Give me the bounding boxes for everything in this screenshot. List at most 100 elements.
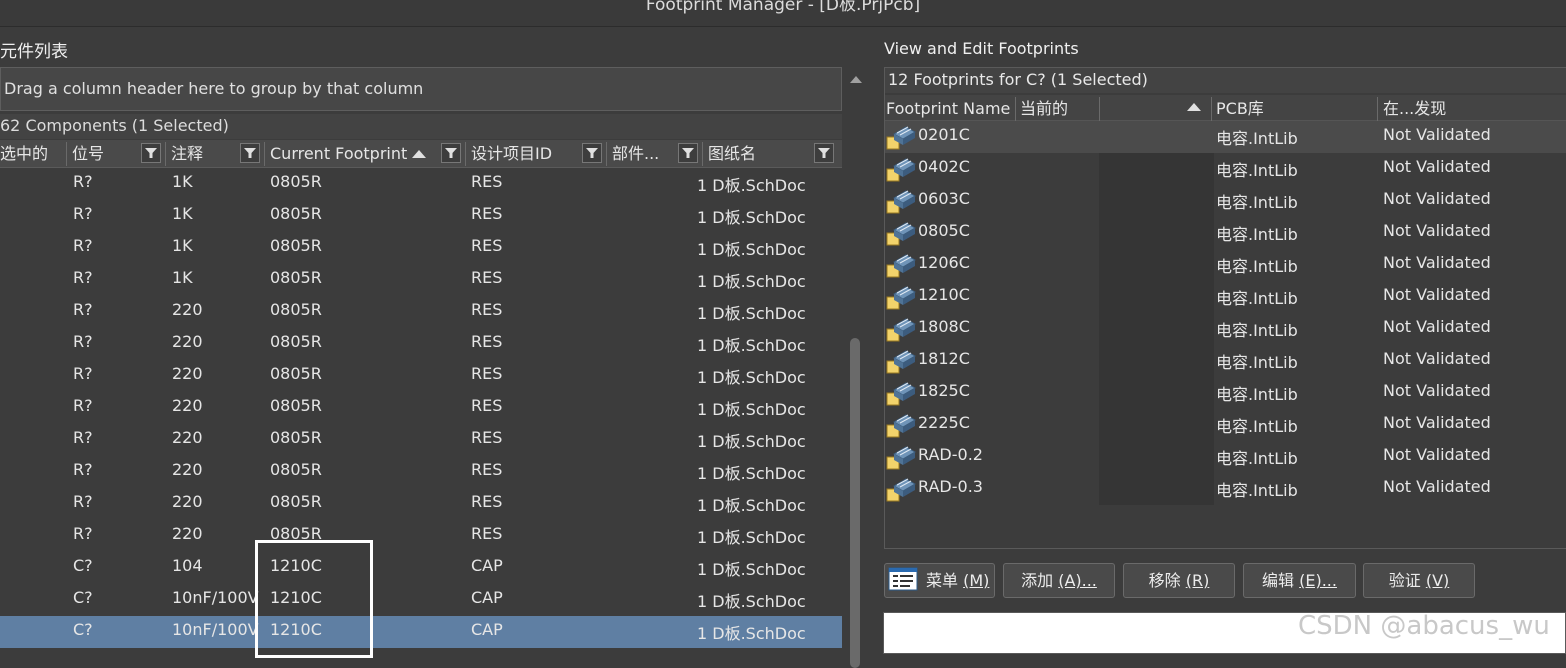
footprint-chip-icon <box>886 316 917 343</box>
cell-pcb-library: 电容.IntLib <box>1216 289 1298 308</box>
scroll-up-arrow-icon[interactable] <box>850 76 862 83</box>
cell-pcb-library: 电容.IntLib <box>1216 449 1298 468</box>
component-row[interactable]: C? 10nF/100V 1210C CAP 1 D板.SchDoc <box>0 616 842 648</box>
footprint-row[interactable]: 0402C 电容.IntLib Not Validated <box>885 153 1566 185</box>
cell-pcb-library: 电容.IntLib <box>1216 417 1298 436</box>
edit-button-hotkey: (E)... <box>1299 571 1337 590</box>
component-row[interactable]: R? 220 0805R RES 1 D板.SchDoc <box>0 392 842 424</box>
header-design-item-id[interactable]: 设计项目ID <box>471 140 552 167</box>
cell-footprint-name: 0402C <box>918 157 970 176</box>
cell-footprint-name: 1812C <box>918 349 970 368</box>
component-row[interactable]: R? 1K 0805R RES 1 D板.SchDoc <box>0 168 842 200</box>
components-count: 62 Components (1 Selected) <box>0 116 229 135</box>
component-row[interactable]: R? 220 0805R RES 1 D板.SchDoc <box>0 456 842 488</box>
header-designator[interactable]: 位号 <box>72 140 104 167</box>
components-column-header: 选中的 位号 注释 Current Footprint 设计项目ID 部件...… <box>0 140 842 168</box>
cell-current-footprint: 0805R <box>270 300 322 319</box>
add-button[interactable]: 添加 (A)... <box>1003 563 1115 598</box>
cell-found-in: Not Validated <box>1383 317 1491 336</box>
header-current[interactable]: 当前的 <box>1020 95 1068 122</box>
cell-designator: R? <box>73 364 93 383</box>
filter-icon[interactable] <box>678 143 698 163</box>
cell-found-in: Not Validated <box>1383 413 1491 432</box>
footprint-row[interactable]: 2225C 电容.IntLib Not Validated <box>885 409 1566 441</box>
cell-sheet-name: 1 D板.SchDoc <box>697 528 806 547</box>
cell-designator: R? <box>73 172 93 191</box>
filter-icon[interactable] <box>240 143 260 163</box>
header-part[interactable]: 部件... <box>612 140 659 167</box>
filter-icon[interactable] <box>141 143 161 163</box>
filter-icon[interactable] <box>441 143 461 163</box>
remove-button-hotkey: (R) <box>1185 571 1210 590</box>
header-sheet-name[interactable]: 图纸名 <box>708 140 756 167</box>
footprint-row[interactable]: 1210C 电容.IntLib Not Validated <box>885 281 1566 313</box>
footprint-row[interactable]: 1825C 电容.IntLib Not Validated <box>885 377 1566 409</box>
header-found-in[interactable]: 在...发现 <box>1383 95 1446 122</box>
component-row[interactable]: R? 1K 0805R RES 1 D板.SchDoc <box>0 232 842 264</box>
filter-icon[interactable] <box>814 143 834 163</box>
cell-sheet-name: 1 D板.SchDoc <box>697 400 806 419</box>
footprint-row[interactable]: 0603C 电容.IntLib Not Validated <box>885 185 1566 217</box>
footprint-row[interactable]: 0805C 电容.IntLib Not Validated <box>885 217 1566 249</box>
component-row[interactable]: R? 220 0805R RES 1 D板.SchDoc <box>0 520 842 552</box>
components-vertical-scrollbar[interactable] <box>845 67 867 668</box>
component-row[interactable]: R? 1K 0805R RES 1 D板.SchDoc <box>0 200 842 232</box>
component-row[interactable]: C? 104 1210C CAP 1 D板.SchDoc <box>0 552 842 584</box>
cell-designator: C? <box>73 556 93 575</box>
components-panel-title: 元件列表 <box>0 42 68 62</box>
group-by-hint: Drag a column header here to group by th… <box>4 79 424 98</box>
component-row[interactable]: R? 220 0805R RES 1 D板.SchDoc <box>0 488 842 520</box>
header-comment[interactable]: 注释 <box>171 140 203 167</box>
cell-designator: R? <box>73 428 93 447</box>
cell-sheet-name: 1 D板.SchDoc <box>697 304 806 323</box>
menu-button[interactable]: 菜单 (M) <box>884 563 995 598</box>
scrollbar-thumb[interactable] <box>850 338 860 668</box>
validate-button[interactable]: 验证 (V) <box>1363 563 1475 598</box>
cell-comment: 220 <box>172 364 203 383</box>
cell-sheet-name: 1 D板.SchDoc <box>697 240 806 259</box>
footprint-chip-icon <box>886 124 917 151</box>
cell-found-in: Not Validated <box>1383 221 1491 240</box>
cell-design-item-id: CAP <box>471 556 503 575</box>
footprint-chip-icon <box>886 348 917 375</box>
remove-button-label: 移除 <box>1148 571 1186 590</box>
cell-sheet-name: 1 D板.SchDoc <box>697 624 806 643</box>
menu-button-hotkey: (M) <box>963 571 990 590</box>
cell-designator: R? <box>73 524 93 543</box>
footprint-row[interactable]: 1206C 电容.IntLib Not Validated <box>885 249 1566 281</box>
footprints-count: 12 Footprints for C? (1 Selected) <box>888 70 1148 89</box>
cell-design-item-id: RES <box>471 460 503 479</box>
cell-footprint-name: RAD-0.2 <box>918 445 983 464</box>
cell-sheet-name: 1 D板.SchDoc <box>697 464 806 483</box>
cell-designator: C? <box>73 620 93 639</box>
cell-sheet-name: 1 D板.SchDoc <box>697 496 806 515</box>
component-row[interactable]: R? 220 0805R RES 1 D板.SchDoc <box>0 360 842 392</box>
component-row[interactable]: R? 220 0805R RES 1 D板.SchDoc <box>0 424 842 456</box>
header-current-footprint[interactable]: Current Footprint <box>270 140 407 167</box>
cell-comment: 1K <box>172 204 193 223</box>
group-by-drop-area[interactable]: Drag a column header here to group by th… <box>0 67 842 111</box>
footprint-row[interactable]: 1808C 电容.IntLib Not Validated <box>885 313 1566 345</box>
cell-found-in: Not Validated <box>1383 253 1491 272</box>
footprints-count-bar: 12 Footprints for C? (1 Selected) <box>885 68 1566 93</box>
header-footprint-name[interactable]: Footprint Name <box>886 95 1010 122</box>
validate-button-label: 验证 <box>1388 571 1426 590</box>
cell-footprint-name: 0201C <box>918 125 970 144</box>
filter-icon[interactable] <box>582 143 602 163</box>
header-selected[interactable]: 选中的 <box>0 140 48 167</box>
remove-button[interactable]: 移除 (R) <box>1123 563 1235 598</box>
component-row[interactable]: R? 1K 0805R RES 1 D板.SchDoc <box>0 264 842 296</box>
cell-comment: 10nF/100V <box>172 620 259 639</box>
footprint-row[interactable]: 1812C 电容.IntLib Not Validated <box>885 345 1566 377</box>
component-row[interactable]: C? 10nF/100V 1210C CAP 1 D板.SchDoc <box>0 584 842 616</box>
footprint-row[interactable]: 0201C 电容.IntLib Not Validated <box>885 121 1566 153</box>
footprint-row[interactable]: RAD-0.3 电容.IntLib Not Validated <box>885 473 1566 505</box>
cell-current-footprint: 0805R <box>270 460 322 479</box>
edit-button[interactable]: 编辑 (E)... <box>1243 563 1356 598</box>
component-row[interactable]: R? 220 0805R RES 1 D板.SchDoc <box>0 296 842 328</box>
cell-found-in: Not Validated <box>1383 285 1491 304</box>
footprint-row[interactable]: RAD-0.2 电容.IntLib Not Validated <box>885 441 1566 473</box>
component-row[interactable]: R? 220 0805R RES 1 D板.SchDoc <box>0 328 842 360</box>
add-button-label: 添加 <box>1021 571 1059 590</box>
header-pcb-library[interactable]: PCB库 <box>1216 95 1264 122</box>
